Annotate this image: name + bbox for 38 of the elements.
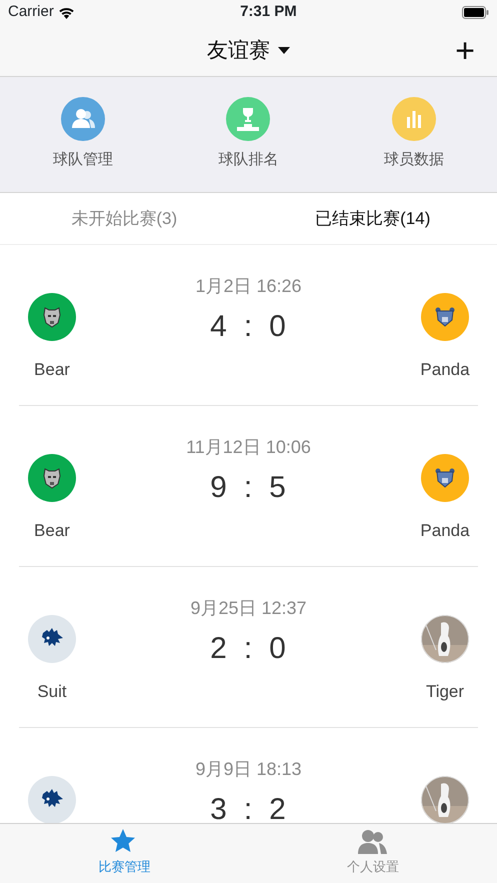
score-separator: : [244,309,254,345]
match-row[interactable]: Bear 11月12日 10:06 9 : 5 Panda [19,406,478,567]
team-name: Suit [37,681,67,703]
caret-icon [278,47,290,54]
score: 0 [269,309,287,345]
add-button[interactable]: + [455,34,475,68]
status-time: 7:31 PM [239,2,298,22]
people-icon [358,828,388,854]
wifi-icon [58,6,75,18]
score-separator: : [244,470,254,506]
team-name: Bear [34,359,70,381]
match-row[interactable]: Suit 9月25日 12:37 2 : 0 Tiger [19,567,478,728]
score: 9 [210,470,228,506]
score: 2 [269,792,287,823]
shortcut-button[interactable]: 球队管理 [52,97,113,172]
score-separator: : [244,631,254,667]
score-separator: : [244,792,254,823]
score: 3 [210,792,228,823]
match-date: 11月12日 10:06 [186,436,311,459]
title-dropdown[interactable]: 友谊赛 [207,34,290,66]
score: 4 [210,309,228,345]
team-name: Panda [420,520,470,542]
carrier-name: Carrier [8,2,54,22]
match-date: 9月9日 18:13 [195,758,302,781]
score: 5 [269,470,287,506]
team-name: Bear [34,520,70,542]
tab[interactable]: 已结束比赛(14) [248,193,497,244]
shortcut-button[interactable]: 球队排名 [218,97,278,172]
tab[interactable]: 未开始比赛(3) [0,193,248,244]
battery-icon [462,6,489,19]
match-date: 9月25日 12:37 [190,597,307,620]
team-name: Panda [420,359,470,381]
match-row[interactable]: Bear 1月2日 16:26 4 : 0 Panda [19,245,478,406]
score: 0 [269,631,287,667]
match-date: 1月2日 16:26 [195,275,302,298]
shortcut-button[interactable]: 球员数据 [384,97,444,172]
team-name: Tiger [426,681,464,703]
score: 2 [210,631,228,667]
